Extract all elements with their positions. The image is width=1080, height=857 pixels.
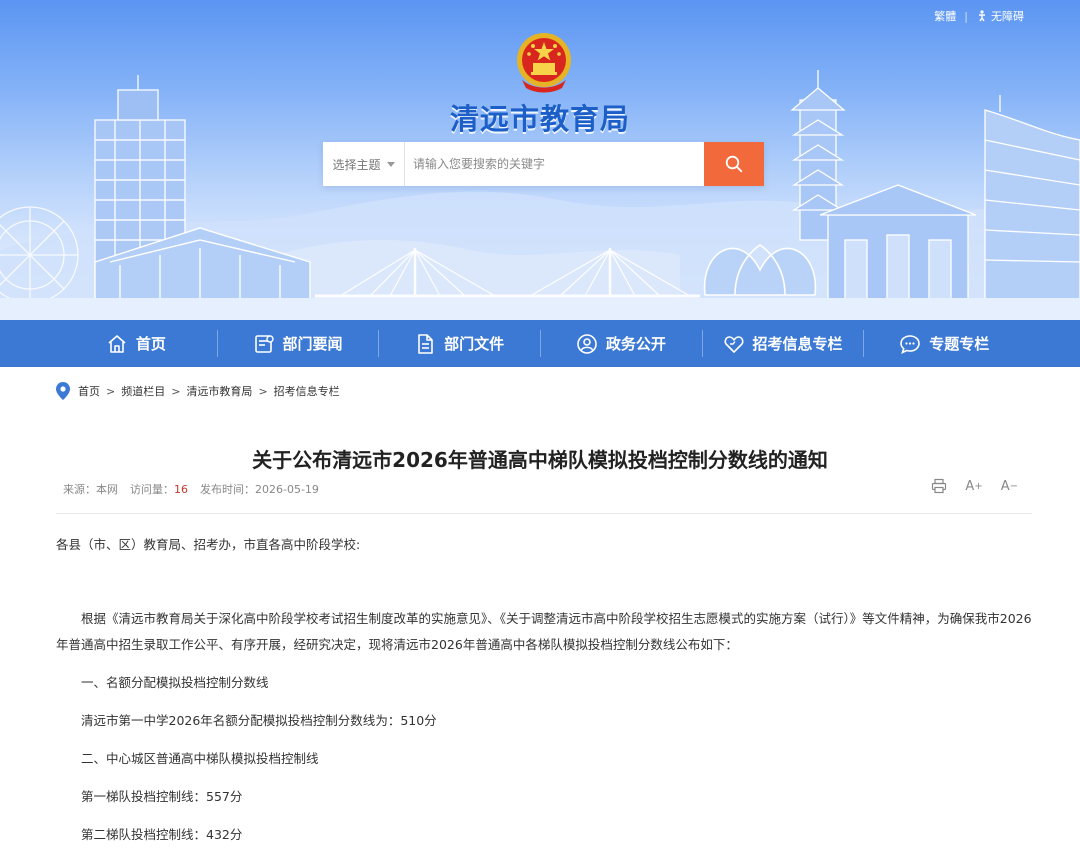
font-increase-label: A — [965, 478, 975, 494]
breadcrumb-separator: > — [258, 384, 268, 398]
article-paragraph: 第二梯队投档控制线：432分 — [81, 827, 243, 842]
national-emblem-icon — [517, 33, 571, 93]
printer-icon — [932, 478, 947, 494]
location-pin-icon — [56, 382, 70, 400]
top-links-separator: | — [964, 9, 968, 23]
accessibility-label: 无障碍 — [991, 10, 1024, 23]
main-nav: 首页 部门要闻 部门文件 政务公开 招考信息专栏 专题专栏 — [0, 320, 1080, 367]
article-date: 发布时间：2026-05-19 — [200, 483, 319, 496]
nav-item-label: 专题专栏 — [929, 335, 990, 353]
nav-item-recruitment-info[interactable]: 招考信息专栏 — [701, 320, 864, 367]
nav-item-department-news[interactable]: 部门要闻 — [216, 320, 379, 367]
font-decrease-label: A — [1000, 478, 1010, 494]
article-paragraph: 第一梯队投档控制线：557分 — [81, 789, 243, 804]
search-bar: 选择主题 — [323, 142, 764, 186]
article-section-heading: 一、名额分配模拟投档控制分数线 — [81, 675, 269, 690]
breadcrumb-bureau[interactable]: 清远市教育局 — [186, 383, 252, 399]
search-button[interactable] — [704, 142, 764, 186]
visits-label: 访问量： — [130, 483, 174, 496]
site-title: 清远市教育局 — [449, 102, 630, 136]
plus-icon: + — [974, 480, 983, 492]
nav-item-home[interactable]: 首页 — [55, 320, 217, 367]
search-input[interactable] — [405, 142, 704, 186]
breadcrumb-home[interactable]: 首页 — [78, 383, 100, 399]
search-icon — [725, 155, 743, 173]
article-paragraph: 清远市第一中学2026年名额分配模拟投档控制分数线为：510分 — [81, 713, 437, 728]
article-tools: A + A − — [931, 478, 1018, 494]
nav-item-label: 首页 — [135, 335, 166, 353]
article-section-heading: 二、中心城区普通高中梯队模拟投档控制线 — [81, 751, 319, 766]
nav-item-label: 政务公开 — [605, 335, 666, 353]
font-increase-button[interactable]: A + — [965, 479, 982, 494]
topic-select-label: 选择主题 — [332, 157, 381, 172]
document-icon — [418, 333, 433, 354]
breadcrumb: 首页 > 频道栏目 > 清远市教育局 > 招考信息专栏 — [56, 382, 340, 400]
breadcrumb-recruitment[interactable]: 招考信息专栏 — [274, 383, 340, 399]
nav-item-department-documents[interactable]: 部门文件 — [378, 320, 540, 367]
article-meta: 来源：本网 访问量：16 发布时间：2026-05-19 — [63, 481, 319, 497]
visits-count: 16 — [174, 483, 188, 496]
article-title: 关于公布清远市2026年普通高中梯队模拟投档控制分数线的通知 — [252, 448, 828, 472]
breadcrumb-separator: > — [171, 384, 181, 398]
chevron-down-icon — [386, 161, 395, 167]
article-visits: 访问量：16 — [130, 481, 188, 497]
article-paragraph: 根据《清远市教育局关于深化高中阶段学校考试招生制度改革的实施意见》、《关于调整清… — [56, 611, 1032, 652]
home-icon — [108, 334, 126, 353]
nav-item-label: 招考信息专栏 — [752, 335, 843, 353]
heart-icon — [724, 335, 744, 353]
nav-item-special-topics[interactable]: 专题专栏 — [863, 320, 1025, 367]
news-icon — [254, 334, 274, 353]
print-button[interactable] — [931, 478, 947, 494]
article-divider — [56, 513, 1032, 514]
nav-item-label: 部门要闻 — [282, 335, 343, 353]
topic-select[interactable]: 选择主题 — [323, 142, 405, 186]
user-circle-icon — [577, 333, 597, 354]
chat-icon — [900, 334, 920, 354]
nav-item-government-affairs[interactable]: 政务公开 — [540, 320, 702, 367]
article-source: 来源：本网 — [63, 483, 118, 496]
font-decrease-button[interactable]: A − — [1001, 479, 1018, 494]
article-salutation: 各县（市、区）教育局、招考办，市直各高中阶段学校: — [56, 537, 361, 552]
accessibility-link[interactable]: 无障碍 — [976, 8, 1024, 24]
header-banner: 繁體 | 无障碍 清远市教育局 选择主题 — [0, 0, 1080, 320]
accessibility-icon — [979, 10, 985, 22]
breadcrumb-channel[interactable]: 频道栏目 — [121, 383, 165, 399]
article-body: 各县（市、区）教育局、招考办，市直各高中阶段学校: 根据《清远市教育局关于深化高… — [56, 532, 1032, 848]
breadcrumb-separator: > — [106, 384, 116, 398]
nav-item-label: 部门文件 — [444, 335, 505, 353]
top-links: 繁體 | 无障碍 — [934, 8, 1024, 24]
traditional-chinese-link[interactable]: 繁體 — [934, 8, 956, 24]
minus-icon: − — [1009, 480, 1018, 492]
